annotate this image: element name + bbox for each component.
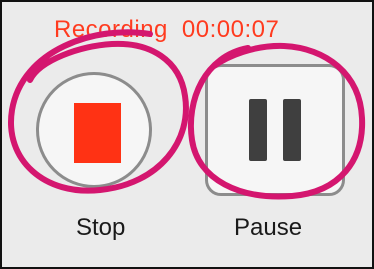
pause-bar-left bbox=[249, 99, 267, 161]
stop-button[interactable] bbox=[36, 72, 152, 188]
recording-status-label: Recording bbox=[54, 16, 168, 43]
elapsed-time: 00:00:07 bbox=[181, 16, 280, 43]
recording-controls-panel: Recording 00:00:07 Stop Pause bbox=[0, 0, 374, 269]
pause-bar-right bbox=[283, 99, 301, 161]
recording-status: Recording 00:00:07 bbox=[54, 16, 279, 44]
pause-label: Pause bbox=[234, 214, 303, 241]
pause-button[interactable] bbox=[205, 64, 345, 196]
stop-label: Stop bbox=[76, 214, 126, 241]
stop-square-icon bbox=[74, 103, 121, 163]
